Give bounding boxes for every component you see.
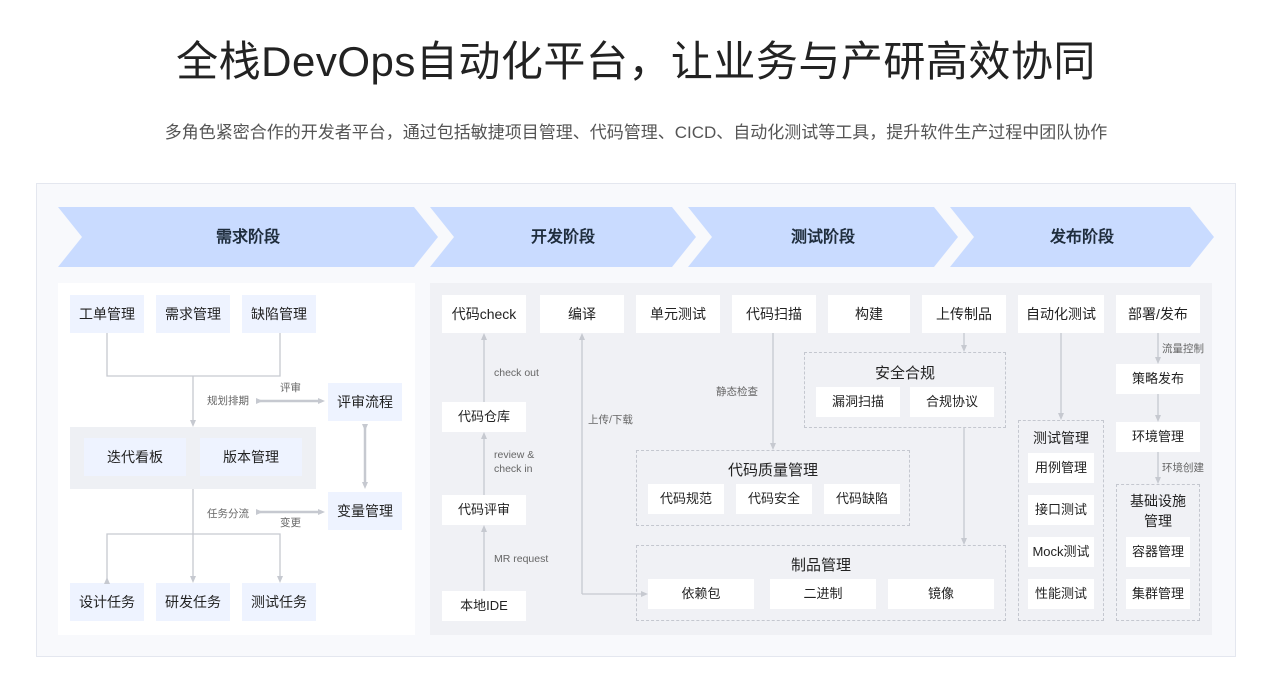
- connector-lines: [104, 333, 1161, 597]
- merge-top-line: [106, 333, 281, 377]
